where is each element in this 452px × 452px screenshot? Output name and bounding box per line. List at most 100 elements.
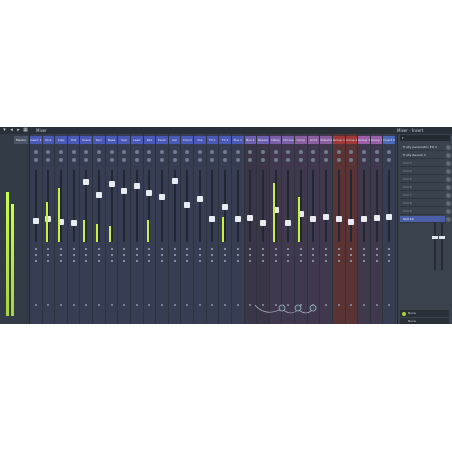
mixer-strip[interactable]: Group 1 (332, 134, 346, 324)
send-indicator[interactable] (60, 260, 63, 262)
route-button[interactable] (325, 304, 328, 306)
stereo-knob[interactable] (160, 158, 164, 162)
strip-name[interactable]: Bus 1 (231, 136, 244, 144)
send-indicator[interactable] (110, 260, 113, 262)
send-indicator[interactable] (47, 260, 50, 262)
strip-name[interactable]: Bass (105, 136, 118, 144)
send-indicator[interactable] (198, 254, 201, 256)
stereo-knob[interactable] (185, 158, 190, 162)
fx-slot-mix-icon[interactable] (446, 185, 451, 190)
strip-name[interactable]: Insert 29 (383, 136, 395, 144)
fx-slot[interactable]: Slot 6 (400, 184, 451, 191)
stereo-knob[interactable] (260, 158, 265, 162)
pan-knob[interactable] (361, 150, 366, 154)
stereo-knob[interactable] (71, 158, 76, 162)
stereo-knob[interactable] (235, 158, 240, 162)
send-indicator[interactable] (236, 248, 239, 250)
send-indicator[interactable] (249, 254, 252, 256)
mixer-strip[interactable]: Chorus (282, 134, 296, 324)
send-indicator[interactable] (211, 254, 214, 256)
pan-knob[interactable] (324, 150, 329, 154)
stereo-knob[interactable] (324, 158, 329, 162)
route-button[interactable] (362, 304, 365, 306)
volume-fader[interactable] (285, 219, 292, 226)
send-indicator[interactable] (110, 254, 113, 256)
pan-knob[interactable] (298, 150, 303, 154)
send-indicator[interactable] (135, 248, 138, 250)
volume-fader[interactable] (196, 196, 203, 203)
send-indicator[interactable] (274, 248, 277, 250)
strip-name[interactable]: Limit (307, 136, 320, 144)
send-indicator[interactable] (375, 248, 378, 250)
route-button[interactable] (337, 304, 340, 306)
strip-name[interactable]: FX 2 (219, 136, 231, 144)
route-button[interactable] (186, 304, 189, 306)
send-indicator[interactable] (211, 260, 214, 262)
send-indicator[interactable] (350, 254, 353, 256)
strip-name[interactable]: Arp (168, 136, 181, 144)
stereo-knob[interactable] (33, 158, 38, 162)
pan-knob[interactable] (96, 150, 101, 154)
send-indicator[interactable] (148, 260, 151, 262)
fx-mix-fader-1[interactable] (432, 222, 438, 270)
strip-name[interactable]: Clap (55, 136, 67, 144)
strip-name[interactable]: Reverb (257, 136, 269, 144)
stereo-knob[interactable] (59, 158, 64, 162)
fx-slot[interactable]: Slot 7 (400, 192, 451, 199)
pan-knob[interactable] (349, 150, 354, 154)
mixer-strip[interactable]: Bus 2 (244, 134, 258, 324)
pan-knob[interactable] (273, 150, 278, 154)
stereo-knob[interactable] (147, 158, 152, 162)
send-indicator[interactable] (123, 260, 126, 262)
pan-knob[interactable] (33, 150, 38, 154)
send-indicator[interactable] (299, 260, 302, 262)
stereo-knob[interactable] (46, 158, 51, 162)
stereo-knob[interactable] (286, 158, 291, 162)
fx-slot-mix-icon[interactable] (446, 177, 451, 182)
send-indicator[interactable] (173, 254, 176, 256)
send-indicator[interactable] (312, 248, 315, 250)
send-indicator[interactable] (362, 248, 365, 250)
fx-slot-mix-icon[interactable] (446, 145, 451, 150)
send-indicator[interactable] (72, 260, 75, 262)
fx-slot[interactable]: Slot 3 (400, 160, 451, 167)
send-indicator[interactable] (34, 248, 37, 250)
fx-slot[interactable]: Fruity Reverb 2 (400, 152, 451, 159)
send-indicator[interactable] (60, 254, 63, 256)
strip-name[interactable]: Group 2 (345, 136, 358, 144)
volume-fader[interactable] (373, 214, 380, 221)
strip-name[interactable]: Hat (67, 136, 80, 144)
send-indicator[interactable] (123, 248, 126, 250)
route-button[interactable] (198, 304, 201, 306)
mixer-strip[interactable]: Pluck (156, 134, 169, 324)
pan-knob[interactable] (286, 150, 291, 154)
strip-name[interactable]: Pad (143, 136, 156, 144)
mixer-strip[interactable]: Chord (181, 134, 195, 324)
pan-knob[interactable] (223, 150, 228, 154)
stereo-knob[interactable] (134, 158, 139, 162)
route-button[interactable] (375, 304, 378, 306)
route-button[interactable] (60, 304, 63, 306)
mixer-strip[interactable]: FX 1 (206, 134, 220, 324)
eq-power-icon[interactable] (402, 311, 406, 316)
send-indicator[interactable] (261, 248, 264, 250)
pan-knob[interactable] (185, 150, 190, 154)
send-indicator[interactable] (148, 248, 151, 250)
send-indicator[interactable] (388, 248, 391, 250)
route-button[interactable] (123, 304, 126, 306)
send-indicator[interactable] (287, 254, 290, 256)
send-indicator[interactable] (312, 260, 315, 262)
send-indicator[interactable] (97, 260, 100, 262)
mixer-strip[interactable]: Group 4 (370, 134, 384, 324)
send-indicator[interactable] (72, 254, 75, 256)
volume-fader[interactable] (159, 193, 165, 200)
volume-fader[interactable] (133, 182, 140, 189)
mixer-strip[interactable]: Delay (269, 134, 283, 324)
fx-slot[interactable]: Slot 9 (400, 208, 451, 215)
stereo-knob[interactable] (361, 158, 366, 162)
arrow-right-icon[interactable]: ▸ (16, 128, 21, 133)
volume-fader[interactable] (95, 192, 102, 199)
send-indicator[interactable] (236, 254, 239, 256)
send-indicator[interactable] (362, 260, 365, 262)
route-button[interactable] (97, 304, 100, 306)
